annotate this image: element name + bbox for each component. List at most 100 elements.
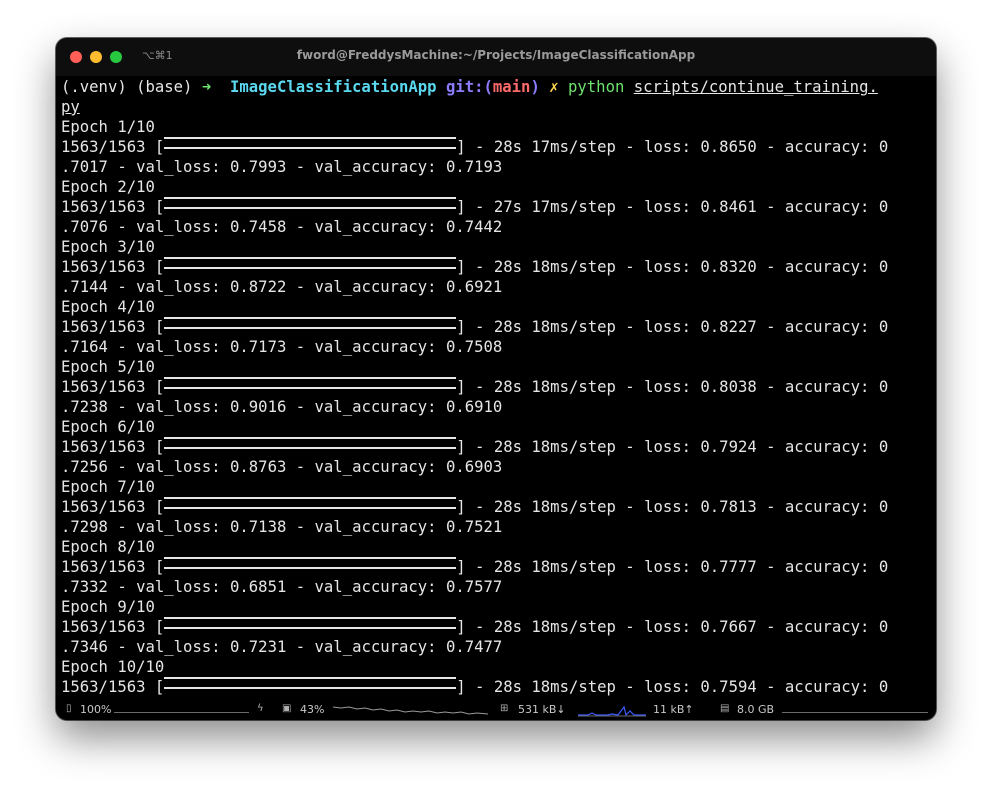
epoch-time: 28s: [493, 558, 523, 576]
step-counter: 1563/1563: [61, 378, 146, 396]
step-time: 18ms/step: [531, 378, 616, 396]
accuracy-value-head: 0: [878, 318, 889, 336]
loss-value: 0.8227: [700, 318, 757, 336]
progress-bar: [164, 377, 457, 389]
progress-bar: [164, 317, 457, 329]
epoch-header: Epoch 9/10: [61, 598, 155, 616]
step-counter: 1563/1563: [61, 678, 146, 696]
epoch-progress-line: 1563/1563 [] - 28s 17ms/step - loss: 0.8…: [61, 137, 889, 156]
epoch-validation-line: .7298 - val_loss: 0.7138 - val_accuracy:…: [61, 518, 503, 536]
step-counter: 1563/1563: [61, 558, 146, 576]
battery-percent: 100%: [80, 703, 112, 716]
upload-rate: 11 kB↑: [653, 703, 694, 716]
val-loss-value: 0.9016: [230, 398, 287, 416]
step-counter: 1563/1563: [61, 318, 146, 336]
step-time: 17ms/step: [531, 138, 616, 156]
step-counter: 1563/1563: [61, 618, 146, 636]
epoch-progress-line: 1563/1563 [] - 28s 18ms/step - loss: 0.8…: [61, 377, 889, 396]
prompt-line-wrap: py: [61, 97, 933, 117]
epoch-progress-line: 1563/1563 [] - 28s 18ms/step - loss: 0.8…: [61, 317, 889, 336]
epoch-time: 28s: [493, 258, 523, 276]
accuracy-value-head: 0: [878, 378, 889, 396]
epoch-time: 28s: [493, 318, 523, 336]
git-branch: main: [492, 78, 531, 96]
loss-value: 0.8038: [700, 378, 757, 396]
epoch-validation-line: .7332 - val_loss: 0.6851 - val_accuracy:…: [61, 578, 503, 596]
window-title: fword@FreddysMachine:~/Projects/ImageCla…: [296, 48, 696, 62]
loss-value: 0.7813: [700, 498, 757, 516]
epoch-time: 28s: [493, 378, 523, 396]
epoch-header: Epoch 10/10: [61, 658, 165, 676]
epoch-time: 28s: [493, 498, 523, 516]
accuracy-value-tail: .7238: [61, 398, 108, 416]
cpu-graph: [333, 706, 488, 715]
val-accuracy-value: 0.7508: [445, 338, 503, 356]
memory-gauge: [782, 703, 928, 713]
loss-value: 0.7777: [700, 558, 757, 576]
val-accuracy-value: 0.6921: [445, 278, 503, 296]
val-accuracy-value: 0.7442: [445, 218, 503, 236]
command-argument-wrap: py: [61, 98, 80, 116]
step-counter: 1563/1563: [61, 138, 146, 156]
title-bar[interactable]: ⌥⌘1 fword@FreddysMachine:~/Projects/Imag…: [56, 38, 936, 76]
epoch-validation-line: .7238 - val_loss: 0.9016 - val_accuracy:…: [61, 398, 503, 416]
accuracy-value-head: 0: [878, 258, 889, 276]
terminal-output[interactable]: (.venv) (base) ➜ ImageClassificationApp …: [61, 77, 933, 699]
download-rate: 531 kB↓: [518, 703, 566, 716]
terminal-window: ⌥⌘1 fword@FreddysMachine:~/Projects/Imag…: [56, 38, 936, 720]
accuracy-value-tail: .7256: [61, 458, 108, 476]
step-counter: 1563/1563: [61, 198, 146, 216]
memory-icon: ▤: [720, 703, 730, 714]
accuracy-value-head: 0: [878, 558, 889, 576]
memory-usage: 8.0 GB: [737, 703, 775, 716]
step-time: 18ms/step: [531, 258, 616, 276]
epoch-progress-line: 1563/1563 [] - 28s 18ms/step - loss: 0.7…: [61, 617, 889, 636]
epoch-header: Epoch 6/10: [61, 418, 155, 436]
progress-bar: [164, 617, 457, 629]
accuracy-value-tail: .7076: [61, 218, 108, 236]
step-time: 18ms/step: [531, 558, 616, 576]
current-directory: ImageClassificationApp: [230, 78, 437, 96]
step-counter: 1563/1563: [61, 498, 146, 516]
accuracy-value-tail: .7298: [61, 518, 108, 536]
epoch-header: Epoch 2/10: [61, 178, 155, 196]
progress-bar: [164, 257, 457, 269]
accuracy-value-head: 0: [878, 438, 889, 456]
accuracy-value-head: 0: [878, 678, 889, 696]
step-time: 17ms/step: [531, 198, 616, 216]
accuracy-value-tail: .7017: [61, 158, 108, 176]
epoch-validation-line: .7076 - val_loss: 0.7458 - val_accuracy:…: [61, 218, 503, 236]
lightning-icon: ϟ: [257, 703, 264, 714]
battery-icon: ▯: [66, 703, 72, 714]
loss-value: 0.7667: [700, 618, 757, 636]
val-accuracy-value: 0.6910: [445, 398, 503, 416]
epoch-time: 27s: [493, 198, 523, 216]
accuracy-value-head: 0: [878, 498, 889, 516]
epoch-time: 28s: [493, 678, 523, 696]
val-accuracy-value: 0.7577: [445, 578, 503, 596]
accuracy-value-tail: .7144: [61, 278, 108, 296]
epoch-header: Epoch 3/10: [61, 238, 155, 256]
accuracy-value-tail: .7164: [61, 338, 108, 356]
epoch-validation-line: .7346 - val_loss: 0.7231 - val_accuracy:…: [61, 638, 503, 656]
network-icon: ⊞: [500, 703, 509, 714]
epoch-header: Epoch 7/10: [61, 478, 155, 496]
progress-bar: [164, 677, 457, 689]
command-argument: scripts/continue_training.: [633, 78, 878, 96]
val-loss-value: 0.7458: [230, 218, 287, 236]
epoch-header: Epoch 5/10: [61, 358, 155, 376]
val-loss-value: 0.8722: [230, 278, 287, 296]
epoch-time: 28s: [493, 438, 523, 456]
training-log: Epoch 1/10 1563/1563 [] - 28s 17ms/step -…: [61, 117, 933, 697]
epoch-progress-line: 1563/1563 [] - 28s 18ms/step - loss: 0.7…: [61, 677, 889, 696]
epoch-header: Epoch 4/10: [61, 298, 155, 316]
cpu-percent: 43%: [300, 703, 325, 716]
accuracy-value-head: 0: [878, 618, 889, 636]
progress-bar: [164, 197, 457, 209]
epoch-progress-line: 1563/1563 [] - 28s 18ms/step - loss: 0.7…: [61, 557, 889, 576]
val-accuracy-value: 0.7193: [445, 158, 503, 176]
val-loss-value: 0.7138: [230, 518, 287, 536]
loss-value: 0.7924: [700, 438, 757, 456]
epoch-progress-line: 1563/1563 [] - 28s 18ms/step - loss: 0.8…: [61, 257, 889, 276]
battery-gauge: [114, 703, 249, 713]
